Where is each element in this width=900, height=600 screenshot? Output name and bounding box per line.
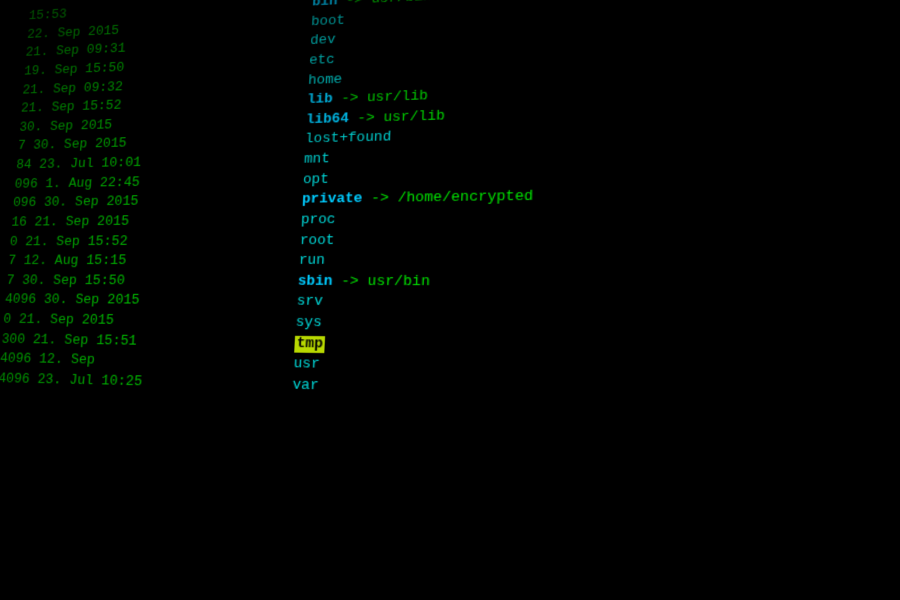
left-line: 7 30. Sep 15:50 (6, 272, 288, 293)
output-container: 15:5322. Sep 201521. Sep 09:3119. Sep 15… (0, 0, 900, 600)
right-column: bin -> usr/binbootdevetchomelib -> usr/l… (269, 0, 900, 600)
left-column: 15:5322. Sep 201521. Sep 09:3119. Sep 15… (0, 0, 303, 600)
left-line: 4096 30. Sep 2015 (4, 292, 287, 314)
right-line: sbin -> usr/bin (297, 272, 900, 296)
left-line: 0 21. Sep 15:52 (9, 232, 290, 253)
left-line: 4096 23. Jul 10:25 (0, 370, 282, 397)
screen-area: 15:5322. Sep 201521. Sep 09:3119. Sep 15… (0, 0, 900, 600)
terminal-window: 15:5322. Sep 201521. Sep 09:3119. Sep 15… (0, 0, 900, 600)
right-line: root (299, 227, 900, 252)
left-line: 7 12. Aug 15:15 (7, 252, 288, 272)
terminal-content: 15:5322. Sep 201521. Sep 09:3119. Sep 15… (0, 0, 900, 600)
right-line: run (298, 250, 900, 273)
left-line: 16 21. Sep 2015 (11, 211, 291, 233)
